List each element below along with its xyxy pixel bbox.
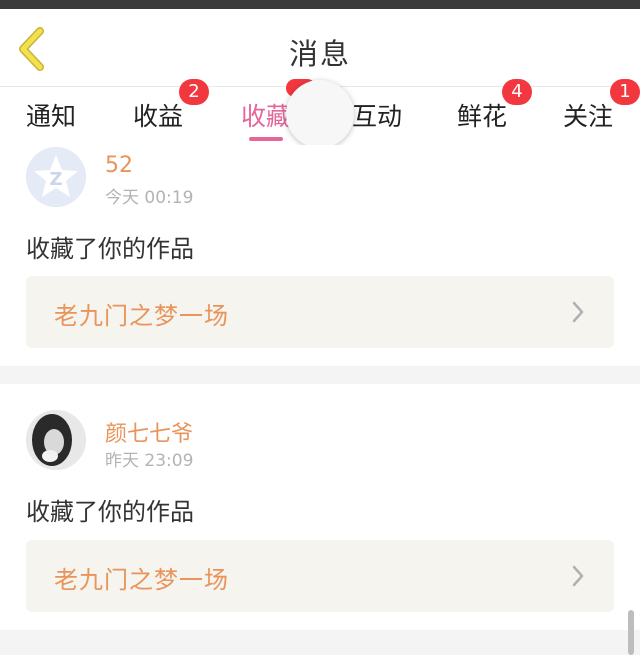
tab-follow[interactable]: 关注 (563, 97, 613, 133)
tab-label: 收益 (133, 102, 184, 131)
work-link[interactable]: 老九门之梦一场 (26, 276, 614, 348)
default-star-avatar-icon: Z (26, 147, 86, 207)
username[interactable]: 52 (105, 153, 133, 178)
section-separator (0, 630, 640, 655)
tab-interaction[interactable]: 互动 (352, 97, 402, 133)
badge-follow: 1 (610, 79, 640, 105)
chevron-right-icon (572, 565, 584, 587)
tab-label: 关注 (563, 102, 614, 131)
status-bar (0, 0, 640, 9)
message-text: 收藏了你的作品 (26, 235, 194, 263)
tab-label: 通知 (26, 102, 77, 131)
message-card: Z 52 今天 00:19 收藏了你的作品 老九门之梦一场 (0, 145, 640, 365)
timestamp: 今天 00:19 (105, 188, 194, 208)
tab-label: 收藏 (241, 102, 292, 131)
message-card: 颜七七爷 昨天 23:09 收藏了你的作品 老九门之梦一场 (0, 384, 640, 629)
tab-favorites[interactable]: 收藏 (241, 97, 291, 133)
tab-label: 互动 (352, 102, 403, 131)
badge-flowers: 4 (502, 79, 532, 105)
header: 消息 (0, 9, 640, 87)
tab-notice[interactable]: 通知 (26, 97, 76, 133)
badge-income: 2 (179, 79, 209, 105)
svg-text:Z: Z (49, 169, 62, 190)
username[interactable]: 颜七七爷 (105, 416, 193, 448)
photo-avatar-icon (26, 410, 86, 470)
tab-income[interactable]: 收益 (133, 97, 183, 133)
page-title: 消息 (288, 37, 351, 71)
work-title: 老九门之梦一场 (54, 302, 229, 330)
active-tab-indicator (249, 137, 283, 141)
work-title: 老九门之梦一场 (54, 566, 229, 594)
timestamp: 昨天 23:09 (105, 451, 194, 471)
tab-label: 鲜花 (457, 102, 508, 131)
avatar[interactable] (26, 410, 86, 470)
scrollbar[interactable] (628, 610, 634, 655)
work-link[interactable]: 老九门之梦一场 (26, 540, 614, 612)
touch-indicator (286, 80, 354, 148)
section-separator (0, 366, 640, 384)
avatar[interactable]: Z (26, 147, 86, 207)
tab-flowers[interactable]: 鲜花 (457, 97, 507, 133)
chevron-right-icon (572, 301, 584, 323)
message-text: 收藏了你的作品 (26, 498, 194, 526)
